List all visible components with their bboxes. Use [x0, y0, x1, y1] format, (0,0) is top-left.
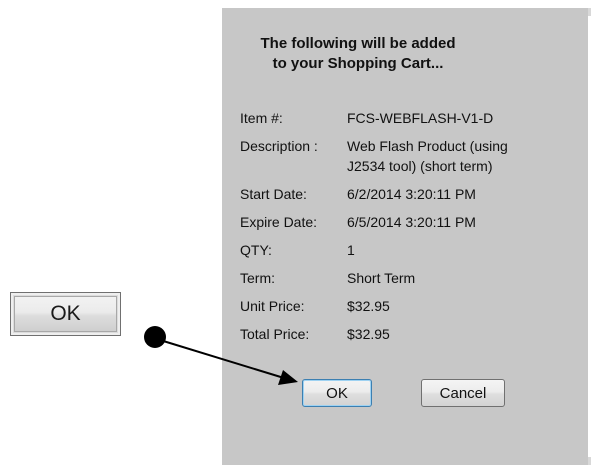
pointer-arrow-icon	[144, 326, 298, 385]
screen: OK The following will be added to your S…	[0, 0, 593, 465]
callout-dot-icon	[144, 326, 166, 348]
arrow-shaft	[159, 339, 285, 379]
arrow-head-icon	[278, 370, 298, 385]
